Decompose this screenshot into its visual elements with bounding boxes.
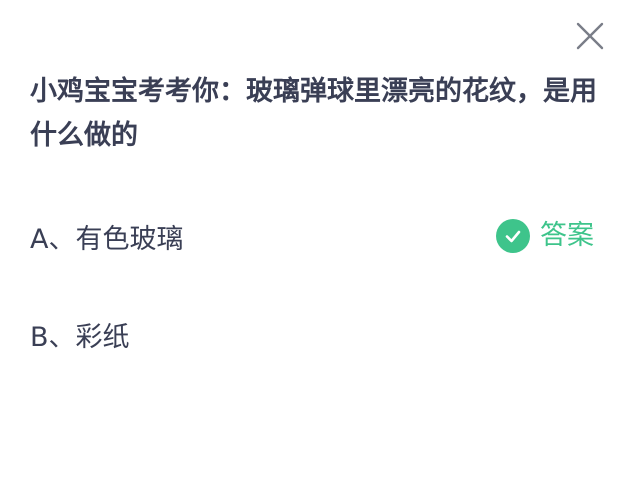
answer-label: 答案	[540, 220, 594, 251]
close-button[interactable]	[572, 18, 608, 54]
quiz-question: 小鸡宝宝考考你：玻璃弹球里漂亮的花纹，是用什么做的	[30, 76, 597, 151]
option-b[interactable]: B、彩纸	[30, 312, 606, 356]
check-circle-icon	[496, 219, 530, 253]
option-a-label: A、有色玻璃	[30, 223, 184, 255]
answer-indicator: 答案	[496, 217, 594, 255]
option-b-label: B、彩纸	[30, 321, 130, 353]
close-icon	[576, 22, 604, 50]
quiz-dialog: 小鸡宝宝考考你：玻璃弹球里漂亮的花纹，是用什么做的 A、有色玻璃 答案 B、彩纸	[0, 0, 636, 498]
